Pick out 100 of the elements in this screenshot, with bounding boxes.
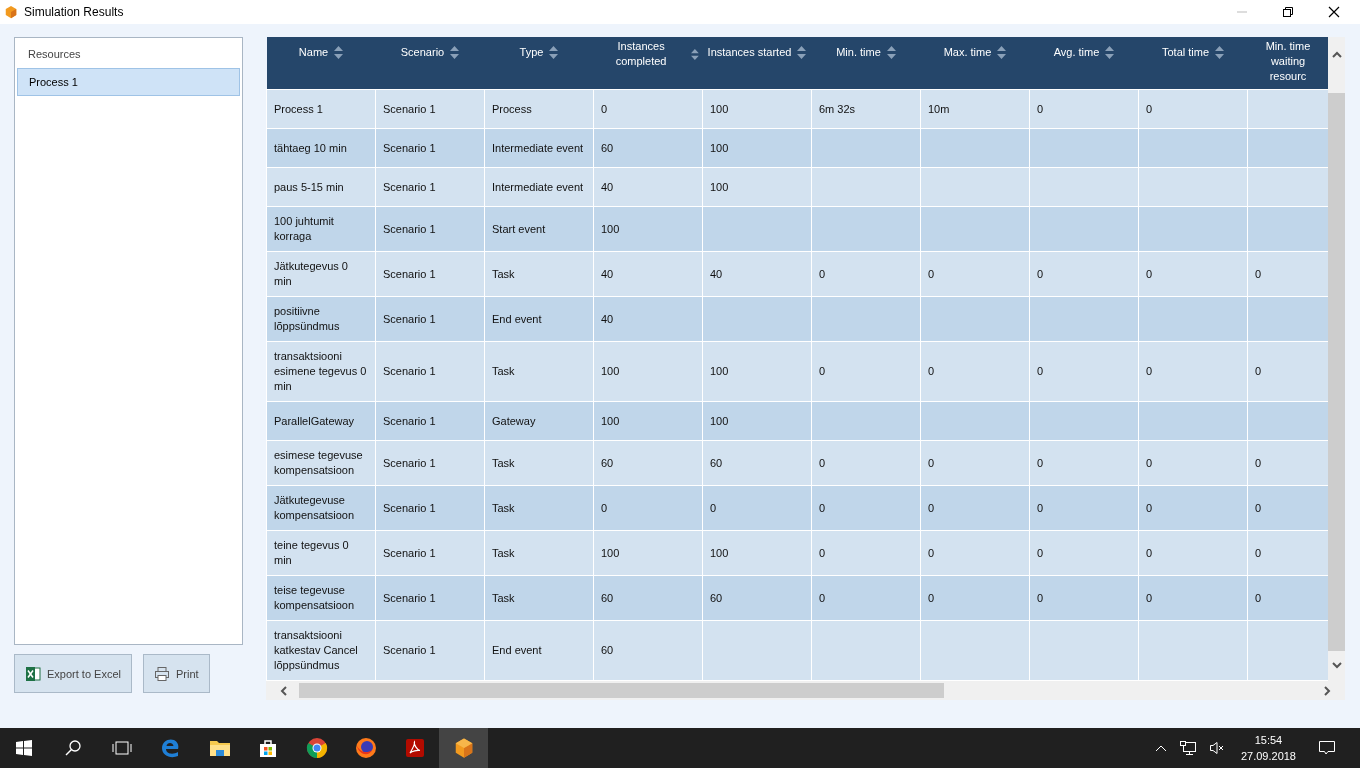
browser-icon[interactable] <box>160 738 181 758</box>
fox-globe-icon[interactable] <box>354 737 377 759</box>
table-cell: Intermediate event <box>492 141 584 154</box>
table-cell: 0 <box>1255 591 1262 604</box>
table-cell: transaktsiooni katkestav Cancel lõppsündmus <box>274 629 358 671</box>
table-cell: 0 <box>819 456 826 469</box>
table-cell: Scenario 1 <box>383 591 436 604</box>
notification-icon[interactable] <box>1318 740 1336 756</box>
table-cell: 0 <box>928 546 935 559</box>
column-header[interactable]: Avg. time <box>1029 37 1139 90</box>
table-cell: Process <box>492 102 532 115</box>
table-cell: 0 <box>1255 501 1262 514</box>
column-header[interactable]: Min. time waiting resourc <box>1247 37 1328 90</box>
table-cell: 100 juhtumit korraga <box>274 215 334 242</box>
table-cell: Scenario 1 <box>383 644 436 656</box>
table-cell: 0 <box>819 591 826 604</box>
table-cell: ParallelGateway <box>274 414 355 427</box>
sort-icon <box>1215 45 1225 59</box>
table-cell: 60 <box>601 141 614 154</box>
sort-icon <box>886 45 896 59</box>
sort-icon <box>450 45 460 59</box>
pdf-document-icon[interactable] <box>404 738 425 758</box>
sort-icon <box>997 45 1007 59</box>
table-cell: teine tegevus 0 min <box>274 539 349 566</box>
table-cell: 100 <box>601 414 620 427</box>
column-header[interactable]: Scenario <box>375 37 485 90</box>
task-view-icon[interactable] <box>112 740 132 756</box>
table-cell: Scenario 1 <box>383 365 436 377</box>
table-cell: 0 <box>1146 102 1153 115</box>
folder-icon[interactable] <box>208 739 231 757</box>
table-cell: 0 <box>1037 501 1044 514</box>
chrome-browser-icon[interactable] <box>306 737 329 759</box>
table-cell: Scenario 1 <box>383 312 436 325</box>
print-button[interactable]: Print <box>143 654 210 693</box>
chevron-down-icon[interactable] <box>1331 661 1342 669</box>
close-icon[interactable] <box>1328 6 1340 18</box>
sort-icon <box>797 45 807 59</box>
table-cell: 100 <box>710 102 729 115</box>
table-cell: 0 <box>1146 267 1153 280</box>
table-cell: 0 <box>928 456 935 469</box>
table-cell: 0 <box>1255 365 1262 377</box>
column-header[interactable]: Type <box>484 37 594 90</box>
column-header[interactable]: Name <box>266 37 376 90</box>
table-cell: Scenario 1 <box>383 267 436 280</box>
table-cell: 60 <box>601 644 614 656</box>
windows-logo-icon[interactable] <box>16 740 33 756</box>
clock-date[interactable]: 27.09.2018 <box>1240 748 1296 764</box>
table-cell: 60 <box>601 456 614 469</box>
table-cell: 0 <box>1037 365 1044 377</box>
table-cell: teise tegevuse kompensatsioon <box>274 584 355 611</box>
table-cell: 0 <box>1146 456 1153 469</box>
table-cell: tähtaeg 10 min <box>274 141 347 154</box>
spreadsheet-icon <box>25 665 41 682</box>
export-button[interactable]: Export to Excel <box>14 654 132 693</box>
table-cell: Scenario 1 <box>383 414 436 427</box>
caret-up-icon[interactable] <box>1154 744 1167 752</box>
table-cell: positiivne lõppsündmus <box>274 305 340 332</box>
sort-icon <box>690 47 699 61</box>
table-cell: 60 <box>710 456 723 469</box>
sidebar-item[interactable]: Process 1 <box>17 68 240 96</box>
horizontal-scrollbar[interactable] <box>266 681 1345 700</box>
column-header[interactable]: Instances started <box>702 37 812 90</box>
table-cell: 0 <box>1037 267 1044 280</box>
restore-icon[interactable] <box>1282 6 1294 18</box>
clock-time[interactable]: 15:54 <box>1254 732 1283 748</box>
table-cell: 0 <box>1037 102 1044 115</box>
table-cell: 0 <box>1037 456 1044 469</box>
table-cell: Jätkutegevus 0 min <box>274 260 348 287</box>
chevron-left-icon[interactable] <box>280 685 288 696</box>
table-cell: Intermediate event <box>492 180 584 193</box>
shopping-bag-icon[interactable] <box>258 738 279 758</box>
table-cell: Scenario 1 <box>383 456 436 469</box>
table-cell: Task <box>492 546 515 559</box>
table-cell: Task <box>492 365 515 377</box>
table-cell: paus 5-15 min <box>274 180 344 193</box>
column-header[interactable]: Min. time <box>811 37 921 90</box>
search-icon[interactable] <box>65 740 82 756</box>
table-cell: 40 <box>601 312 614 325</box>
column-header[interactable]: Instances completed <box>593 37 703 90</box>
chevron-up-icon[interactable] <box>1331 51 1342 59</box>
table-cell: 0 <box>1146 501 1153 514</box>
table-cell: 100 <box>710 141 729 154</box>
table-cell: 0 <box>1146 591 1153 604</box>
table-cell: 60 <box>710 591 723 604</box>
table-cell: 10m <box>928 102 950 115</box>
table-cell: End event <box>492 312 542 325</box>
network-icon[interactable] <box>1178 740 1197 756</box>
column-header[interactable]: Max. time <box>920 37 1030 90</box>
table-cell: 0 <box>1255 456 1262 469</box>
speaker-muted-icon[interactable] <box>1208 741 1225 755</box>
table-cell: 100 <box>601 546 620 559</box>
table-cell: 0 <box>819 546 826 559</box>
chevron-right-icon[interactable] <box>1323 685 1331 696</box>
table-cell: 0 <box>1037 591 1044 604</box>
table-cell: 0 <box>1255 546 1262 559</box>
column-header[interactable]: Total time <box>1138 37 1248 90</box>
table-cell: 0 <box>1146 546 1153 559</box>
printer-icon <box>154 665 170 682</box>
scrollbar-thumb[interactable] <box>299 683 944 698</box>
table-cell: 0 <box>819 501 826 514</box>
